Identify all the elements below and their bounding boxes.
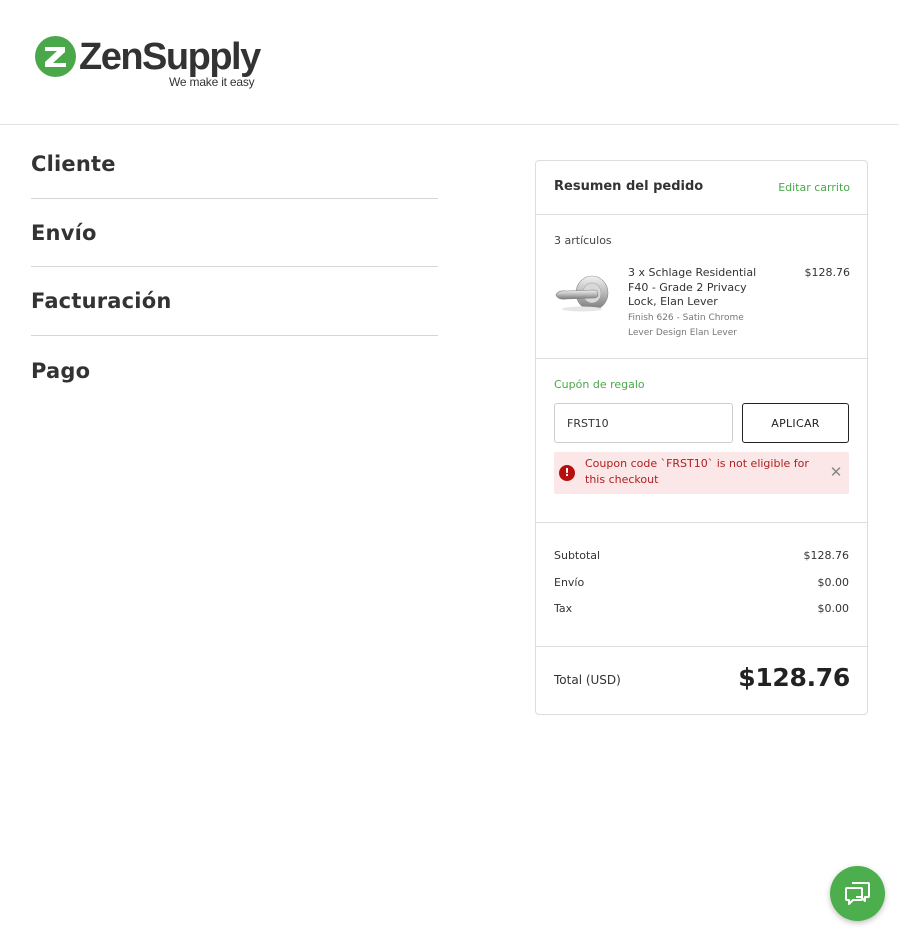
shipping-row: Envío $0.00 xyxy=(554,576,849,592)
step-cliente[interactable]: Cliente xyxy=(31,130,438,199)
lever-lock-icon xyxy=(555,275,609,312)
chat-button[interactable] xyxy=(830,866,885,921)
coupon-label[interactable]: Cupón de regalo xyxy=(554,378,645,391)
zensupply-logo[interactable]: ZenSupply We make it easy xyxy=(35,35,265,95)
shipping-label: Envío xyxy=(554,576,585,589)
step-title: Cliente xyxy=(31,152,116,177)
shipping-value: $0.00 xyxy=(817,576,850,589)
step-facturacion[interactable]: Facturación xyxy=(31,267,438,336)
brand-tagline: We make it easy xyxy=(169,75,255,89)
order-totals: Subtotal $128.76 Envío $0.00 Tax $0.00 xyxy=(536,523,867,647)
tax-label: Tax xyxy=(554,602,573,615)
step-title: Pago xyxy=(31,358,91,383)
coupon-section: Cupón de regalo APLICAR ! Coupon code `F… xyxy=(536,359,867,523)
product-option: Lever Design Elan Lever xyxy=(628,328,737,338)
order-summary: Resumen del pedido Editar carrito 3 artí… xyxy=(535,160,868,715)
chat-bubble-icon xyxy=(845,882,870,905)
step-pago[interactable]: Pago xyxy=(31,336,438,405)
coupon-input[interactable] xyxy=(554,403,733,443)
coupon-error-message: Coupon code `FRST10` is not eligible for… xyxy=(585,457,809,486)
product-name: 3 x Schlage Residential F40 - Grade 2 Pr… xyxy=(628,266,757,308)
checkout-steps: Cliente Envío Facturación Pago xyxy=(31,130,438,404)
order-summary-header: Resumen del pedido Editar carrito xyxy=(536,161,867,215)
brand-name: ZenSupply xyxy=(79,36,261,78)
apply-coupon-button[interactable]: APLICAR xyxy=(742,403,849,443)
items-count: 3 artículos xyxy=(554,234,612,247)
step-title: Envío xyxy=(31,220,97,245)
tax-row: Tax $0.00 xyxy=(554,602,849,618)
close-icon[interactable]: ✕ xyxy=(828,463,844,481)
total-value: $128.76 xyxy=(738,663,850,692)
product-option: Finish 626 - Satin Chrome xyxy=(628,313,744,323)
cart-items: 3 artículos 3 x Schlage Residential F40 … xyxy=(536,215,867,359)
total-label: Total (USD) xyxy=(554,673,621,687)
coupon-error-alert: ! Coupon code `FRST10` is not eligible f… xyxy=(554,452,849,494)
tax-value: $0.00 xyxy=(817,602,850,615)
order-summary-title: Resumen del pedido xyxy=(554,179,704,194)
subtotal-value: $128.76 xyxy=(803,549,850,562)
site-header: ZenSupply We make it easy xyxy=(0,0,899,125)
step-envio[interactable]: Envío xyxy=(31,199,438,268)
order-total: Total (USD) $128.76 xyxy=(536,647,867,714)
zensupply-logo-icon xyxy=(35,36,76,77)
product-price: $128.76 xyxy=(804,266,851,279)
subtotal-label: Subtotal xyxy=(554,549,601,562)
error-icon: ! xyxy=(559,465,575,481)
edit-cart-link[interactable]: Editar carrito xyxy=(778,181,850,194)
step-title: Facturación xyxy=(31,289,172,314)
subtotal-row: Subtotal $128.76 xyxy=(554,549,849,565)
